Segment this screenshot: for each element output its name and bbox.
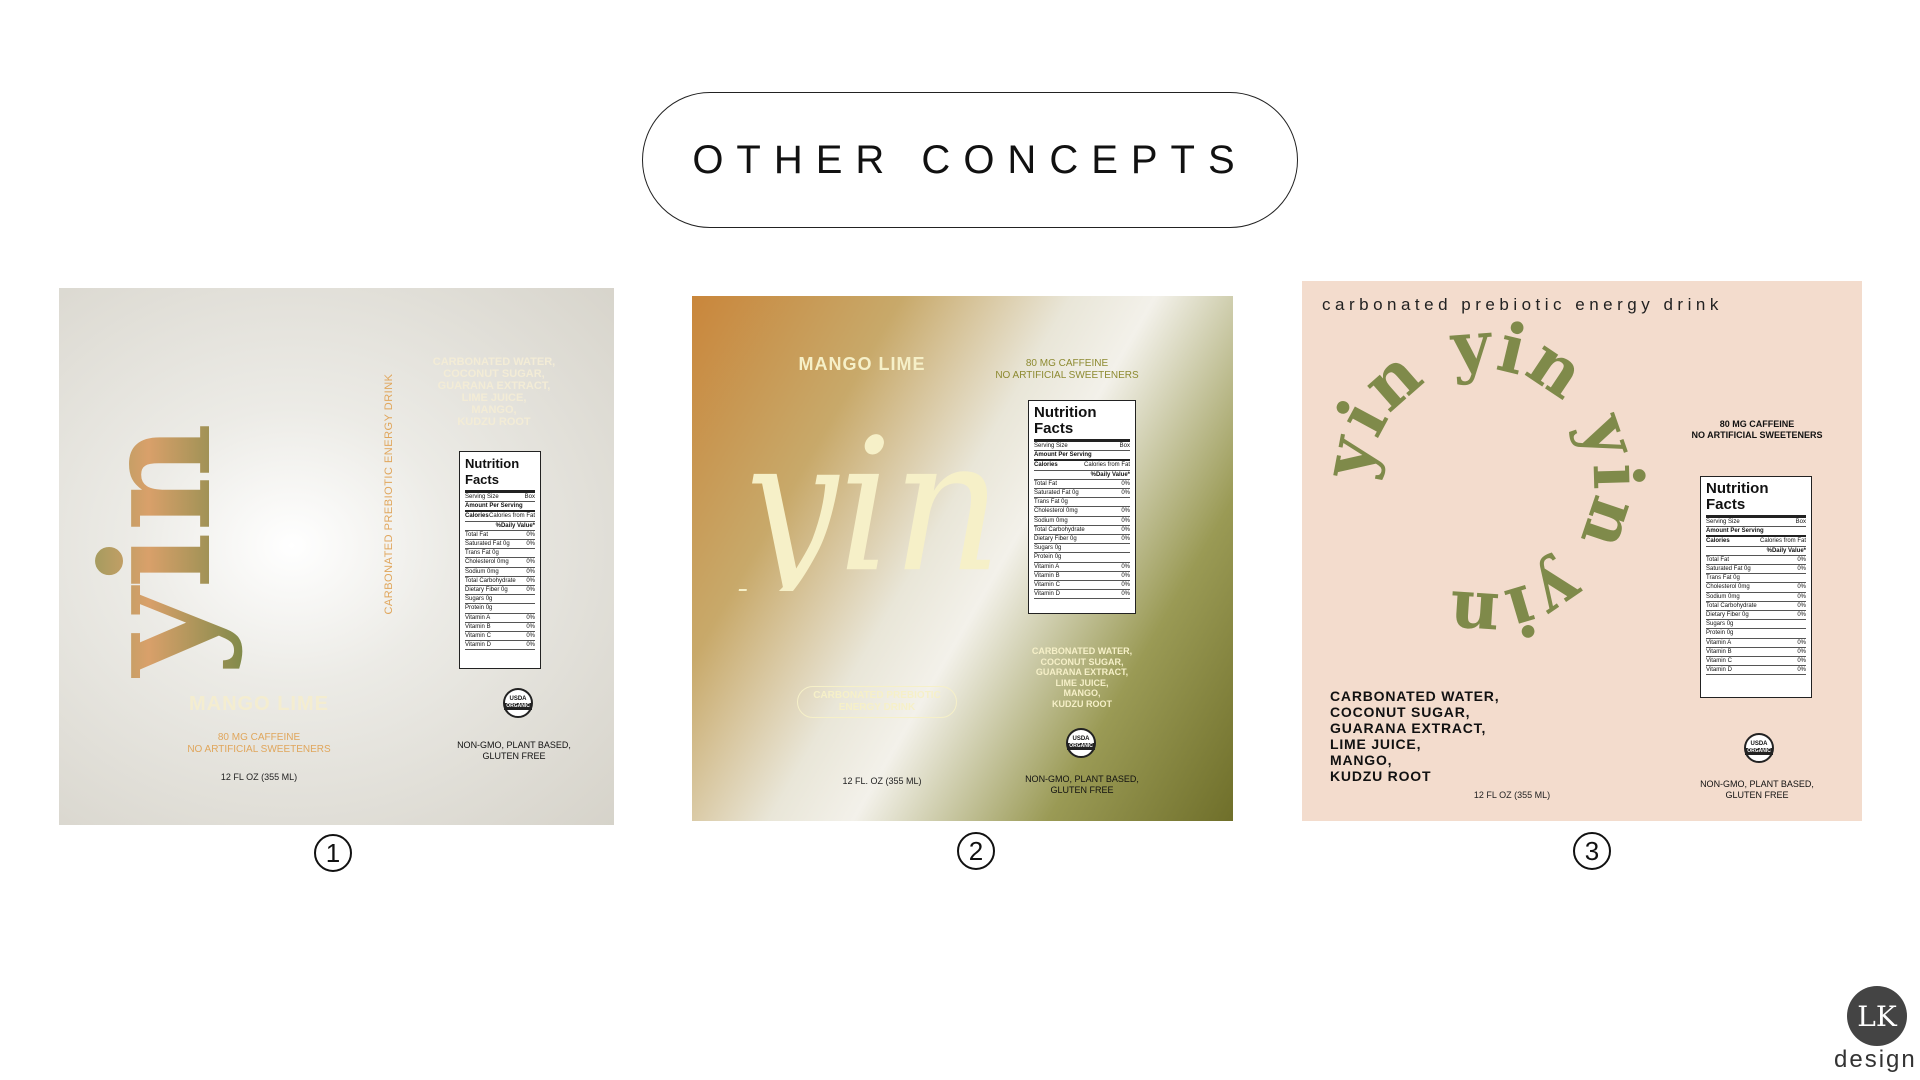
nutrition-row: Trans Fat 0g bbox=[1706, 574, 1806, 584]
concept-number-3: 3 bbox=[1573, 832, 1611, 870]
nutrition-facts-panel: Nutrition Facts Serving Size Box Amount P… bbox=[1700, 476, 1812, 698]
nutrition-row: Vitamin C 0% bbox=[1706, 657, 1806, 667]
concept-3-label: carbonated prebiotic energy drink yin yi… bbox=[1302, 281, 1862, 821]
nutrition-row: Vitamin A 0% bbox=[1034, 563, 1130, 572]
nutrition-row: Vitamin C 0% bbox=[465, 632, 535, 642]
nutrition-row: Cholesterol 0mg 0% bbox=[1034, 507, 1130, 517]
nutrition-row: Trans Fat 0g bbox=[1034, 498, 1130, 508]
volume-text: 12 FL OZ (355 ML) bbox=[1473, 790, 1551, 800]
nutrition-title: Nutrition Facts bbox=[1706, 481, 1806, 518]
nutrition-facts-panel: Nutrition Facts Serving Size Box Amount P… bbox=[459, 451, 541, 669]
nutrition-row: Vitamin D 0% bbox=[1706, 666, 1806, 676]
nutrition-row: Total Carbohydrate 0% bbox=[465, 577, 535, 587]
ingredients-text: CARBONATED WATER, COCONUT SUGAR, GUARANA… bbox=[1031, 646, 1133, 709]
yin-script-wordmark: yin bbox=[735, 399, 992, 591]
ingredients-text: CARBONATED WATER, COCONUT SUGAR, GUARANA… bbox=[432, 356, 556, 428]
volume-text: 12 FL OZ (355 ML) bbox=[220, 772, 298, 782]
nutrition-row: Total Fat 0% bbox=[465, 531, 535, 541]
nutrition-row: Cholesterol 0mg 0% bbox=[465, 558, 535, 568]
nutrition-row: Total Fat 0% bbox=[1706, 556, 1806, 566]
nutrition-row: Saturated Fat 0g 0% bbox=[1034, 489, 1130, 499]
concept-2-label: MANGO LIME yin CARBONATED PREBIOTIC ENER… bbox=[692, 296, 1233, 821]
concept-1-label: yin CARBONATED PREBIOTIC ENERGY DRINK CA… bbox=[59, 288, 614, 825]
nutrition-row: Sodium 0mg 0% bbox=[465, 568, 535, 577]
nutrition-row: Saturated Fat 0g 0% bbox=[465, 540, 535, 550]
nutrition-title: Nutrition Facts bbox=[1034, 405, 1130, 442]
nutrition-rows: Total Fat 0% Saturated Fat 0g 0% Trans Fat … bbox=[465, 531, 535, 651]
tagline-text: carbonated prebiotic energy drink bbox=[1322, 295, 1723, 314]
claims-text: NON-GMO, PLANT BASED, GLUTEN FREE bbox=[1025, 774, 1139, 795]
nutrition-row: Vitamin A 0% bbox=[1706, 639, 1806, 648]
concept-number-1: 1 bbox=[314, 834, 352, 872]
claims-text: NON-GMO, PLANT BASED, GLUTEN FREE bbox=[457, 740, 571, 761]
nutrition-row: Vitamin D 0% bbox=[1034, 590, 1130, 600]
nutrition-row: Total Carbohydrate 0% bbox=[1034, 526, 1130, 536]
nutrition-row: Sodium 0mg 0% bbox=[1706, 593, 1806, 602]
nutrition-row: Cholesterol 0mg 0% bbox=[1706, 583, 1806, 593]
nutrition-row: Total Fat 0% bbox=[1034, 480, 1130, 490]
nutrition-row: Vitamin B 0% bbox=[1706, 648, 1806, 658]
nutrition-facts-panel: Nutrition Facts Serving Size Box Amount P… bbox=[1028, 400, 1136, 614]
nutrition-row: Trans Fat 0g bbox=[465, 549, 535, 559]
yin-ring-wordmark: yin yin yin yin bbox=[1317, 316, 1647, 646]
claims-text: NON-GMO, PLANT BASED, GLUTEN FREE bbox=[1700, 779, 1814, 800]
nutrition-row: Vitamin B 0% bbox=[1034, 572, 1130, 582]
svg-text:yin yin yin yin: yin yin yin yin bbox=[1317, 316, 1647, 646]
nutrition-row: Total Carbohydrate 0% bbox=[1706, 602, 1806, 612]
ingredients-text: CARBONATED WATER, COCONUT SUGAR, GUARANA… bbox=[1330, 688, 1500, 784]
section-title-pill: OTHER CONCEPTS bbox=[642, 92, 1298, 228]
nutrition-row: Dietary Fiber 0g 0% bbox=[1706, 611, 1806, 621]
nutrition-row: Sugars 0g bbox=[1706, 620, 1806, 630]
section-title: OTHER CONCEPTS bbox=[692, 137, 1248, 182]
nutrition-row: Sodium 0mg 0% bbox=[1034, 517, 1130, 526]
nutrition-row: Dietary Fiber 0g 0% bbox=[1034, 535, 1130, 545]
svg-text:yin: yin bbox=[69, 423, 245, 678]
concept-number-2: 2 bbox=[957, 832, 995, 870]
caffeine-text: 80 MG CAFFEINE NO ARTIFICIAL SWEETENERS bbox=[187, 732, 331, 755]
nutrition-row: Vitamin D 0% bbox=[465, 641, 535, 651]
caffeine-text: 80 MG CAFFEINE NO ARTIFICIAL SWEETENERS bbox=[1691, 419, 1823, 440]
flavor-name: MANGO LIME bbox=[189, 693, 329, 715]
usda-organic-seal: USDA ORGANIC bbox=[1066, 728, 1096, 758]
nutrition-row: Saturated Fat 0g 0% bbox=[1706, 565, 1806, 575]
nutrition-row: Sugars 0g bbox=[1034, 544, 1130, 554]
nutrition-rows: Total Fat 0% Saturated Fat 0g 0% Trans Fat … bbox=[1706, 556, 1806, 676]
nutrition-row: Dietary Fiber 0g 0% bbox=[465, 586, 535, 596]
volume-text: 12 FL. OZ (355 ML) bbox=[842, 776, 922, 786]
nutrition-rows: Total Fat 0% Saturated Fat 0g 0% Trans Fat … bbox=[1034, 480, 1130, 600]
nutrition-row: Sugars 0g bbox=[465, 595, 535, 605]
nutrition-row: Protein 0g bbox=[465, 604, 535, 614]
energy-drink-badge: CARBONATED PREBIOTIC ENERGY DRINK bbox=[797, 686, 957, 718]
vertical-tagline: CARBONATED PREBIOTIC ENERGY DRINK bbox=[383, 373, 395, 615]
logo-wordmark: design bbox=[1834, 1046, 1917, 1073]
svg-text:yin: yin bbox=[735, 399, 992, 591]
nutrition-row: Protein 0g bbox=[1706, 629, 1806, 639]
nutrition-row: Vitamin B 0% bbox=[465, 623, 535, 633]
nutrition-title: Nutrition Facts bbox=[465, 456, 535, 493]
caffeine-text: 80 MG CAFFEINE NO ARTIFICIAL SWEETENERS bbox=[995, 358, 1139, 381]
nutrition-row: Vitamin A 0% bbox=[465, 614, 535, 623]
flavor-name: MANGO LIME bbox=[798, 354, 926, 374]
nutrition-row: Protein 0g bbox=[1034, 553, 1130, 563]
lk-design-logo: LK bbox=[1847, 986, 1907, 1046]
logo-mark: LK bbox=[1857, 999, 1897, 1033]
usda-organic-seal: USDA ORGANIC bbox=[503, 688, 533, 718]
usda-organic-seal: USDA ORGANIC bbox=[1744, 733, 1774, 763]
nutrition-row: Vitamin C 0% bbox=[1034, 581, 1130, 591]
